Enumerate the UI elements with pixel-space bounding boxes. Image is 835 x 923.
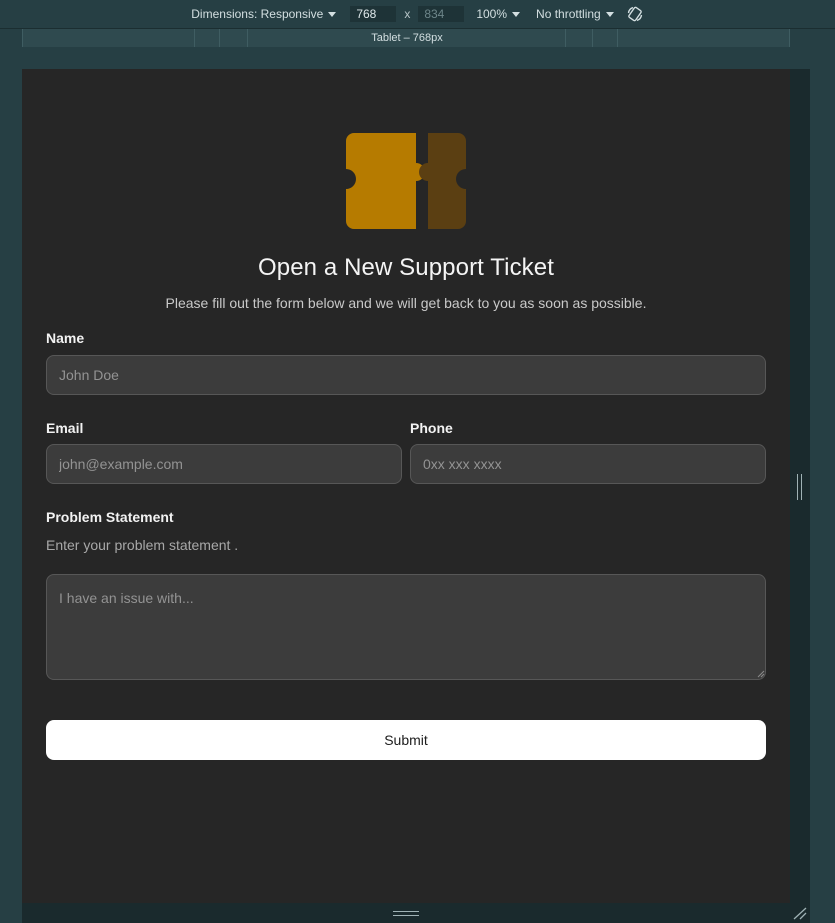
problem-statement-label: Problem Statement: [46, 509, 174, 525]
chevron-down-icon: [512, 11, 521, 17]
name-input[interactable]: [46, 355, 766, 395]
problem-statement-textarea[interactable]: [46, 574, 766, 680]
preset-track[interactable]: Tablet – 768px: [22, 29, 790, 47]
chevron-down-icon: [328, 11, 337, 17]
throttling-label: No throttling: [536, 7, 601, 21]
email-input[interactable]: [46, 444, 402, 484]
dimensions-label: Dimensions: Responsive: [191, 7, 324, 21]
email-label: Email: [46, 420, 84, 436]
bottom-resize-handle[interactable]: [393, 911, 419, 916]
problem-statement-helper: Enter your problem statement .: [46, 537, 239, 553]
media-preset-bar: Tablet – 768px: [0, 29, 835, 48]
throttling-dropdown[interactable]: No throttling: [536, 7, 614, 21]
zoom-dropdown[interactable]: 100%: [476, 7, 521, 21]
dimensions-dropdown[interactable]: Dimensions: Responsive: [191, 7, 337, 21]
height-input[interactable]: [418, 6, 465, 22]
ticket-left-half: [346, 133, 425, 229]
device-toolbar: Dimensions: Responsive x 100% No throttl…: [0, 0, 835, 29]
zoom-label: 100%: [476, 7, 508, 21]
preset-label: Tablet – 768px: [371, 32, 443, 44]
page-title: Open a New Support Ticket: [258, 254, 554, 281]
page-viewport: Open a New Support Ticket Please fill ou…: [22, 69, 790, 903]
name-label: Name: [46, 330, 85, 346]
page-subtitle: Please fill out the form below and we wi…: [165, 295, 647, 311]
chevron-down-icon: [605, 11, 614, 17]
submit-button[interactable]: Submit: [46, 720, 766, 760]
phone-label: Phone: [410, 420, 453, 436]
ticket-right-half: [419, 133, 466, 229]
resize-grip-icon[interactable]: [757, 670, 765, 678]
width-input[interactable]: [350, 6, 397, 22]
phone-input[interactable]: [410, 444, 766, 484]
dimension-separator: x: [404, 7, 411, 21]
ticket-logo-icon: [346, 133, 466, 229]
right-resize-handle[interactable]: [797, 474, 802, 500]
rotate-icon[interactable]: [626, 5, 644, 23]
corner-resize-icon[interactable]: [793, 907, 807, 920]
